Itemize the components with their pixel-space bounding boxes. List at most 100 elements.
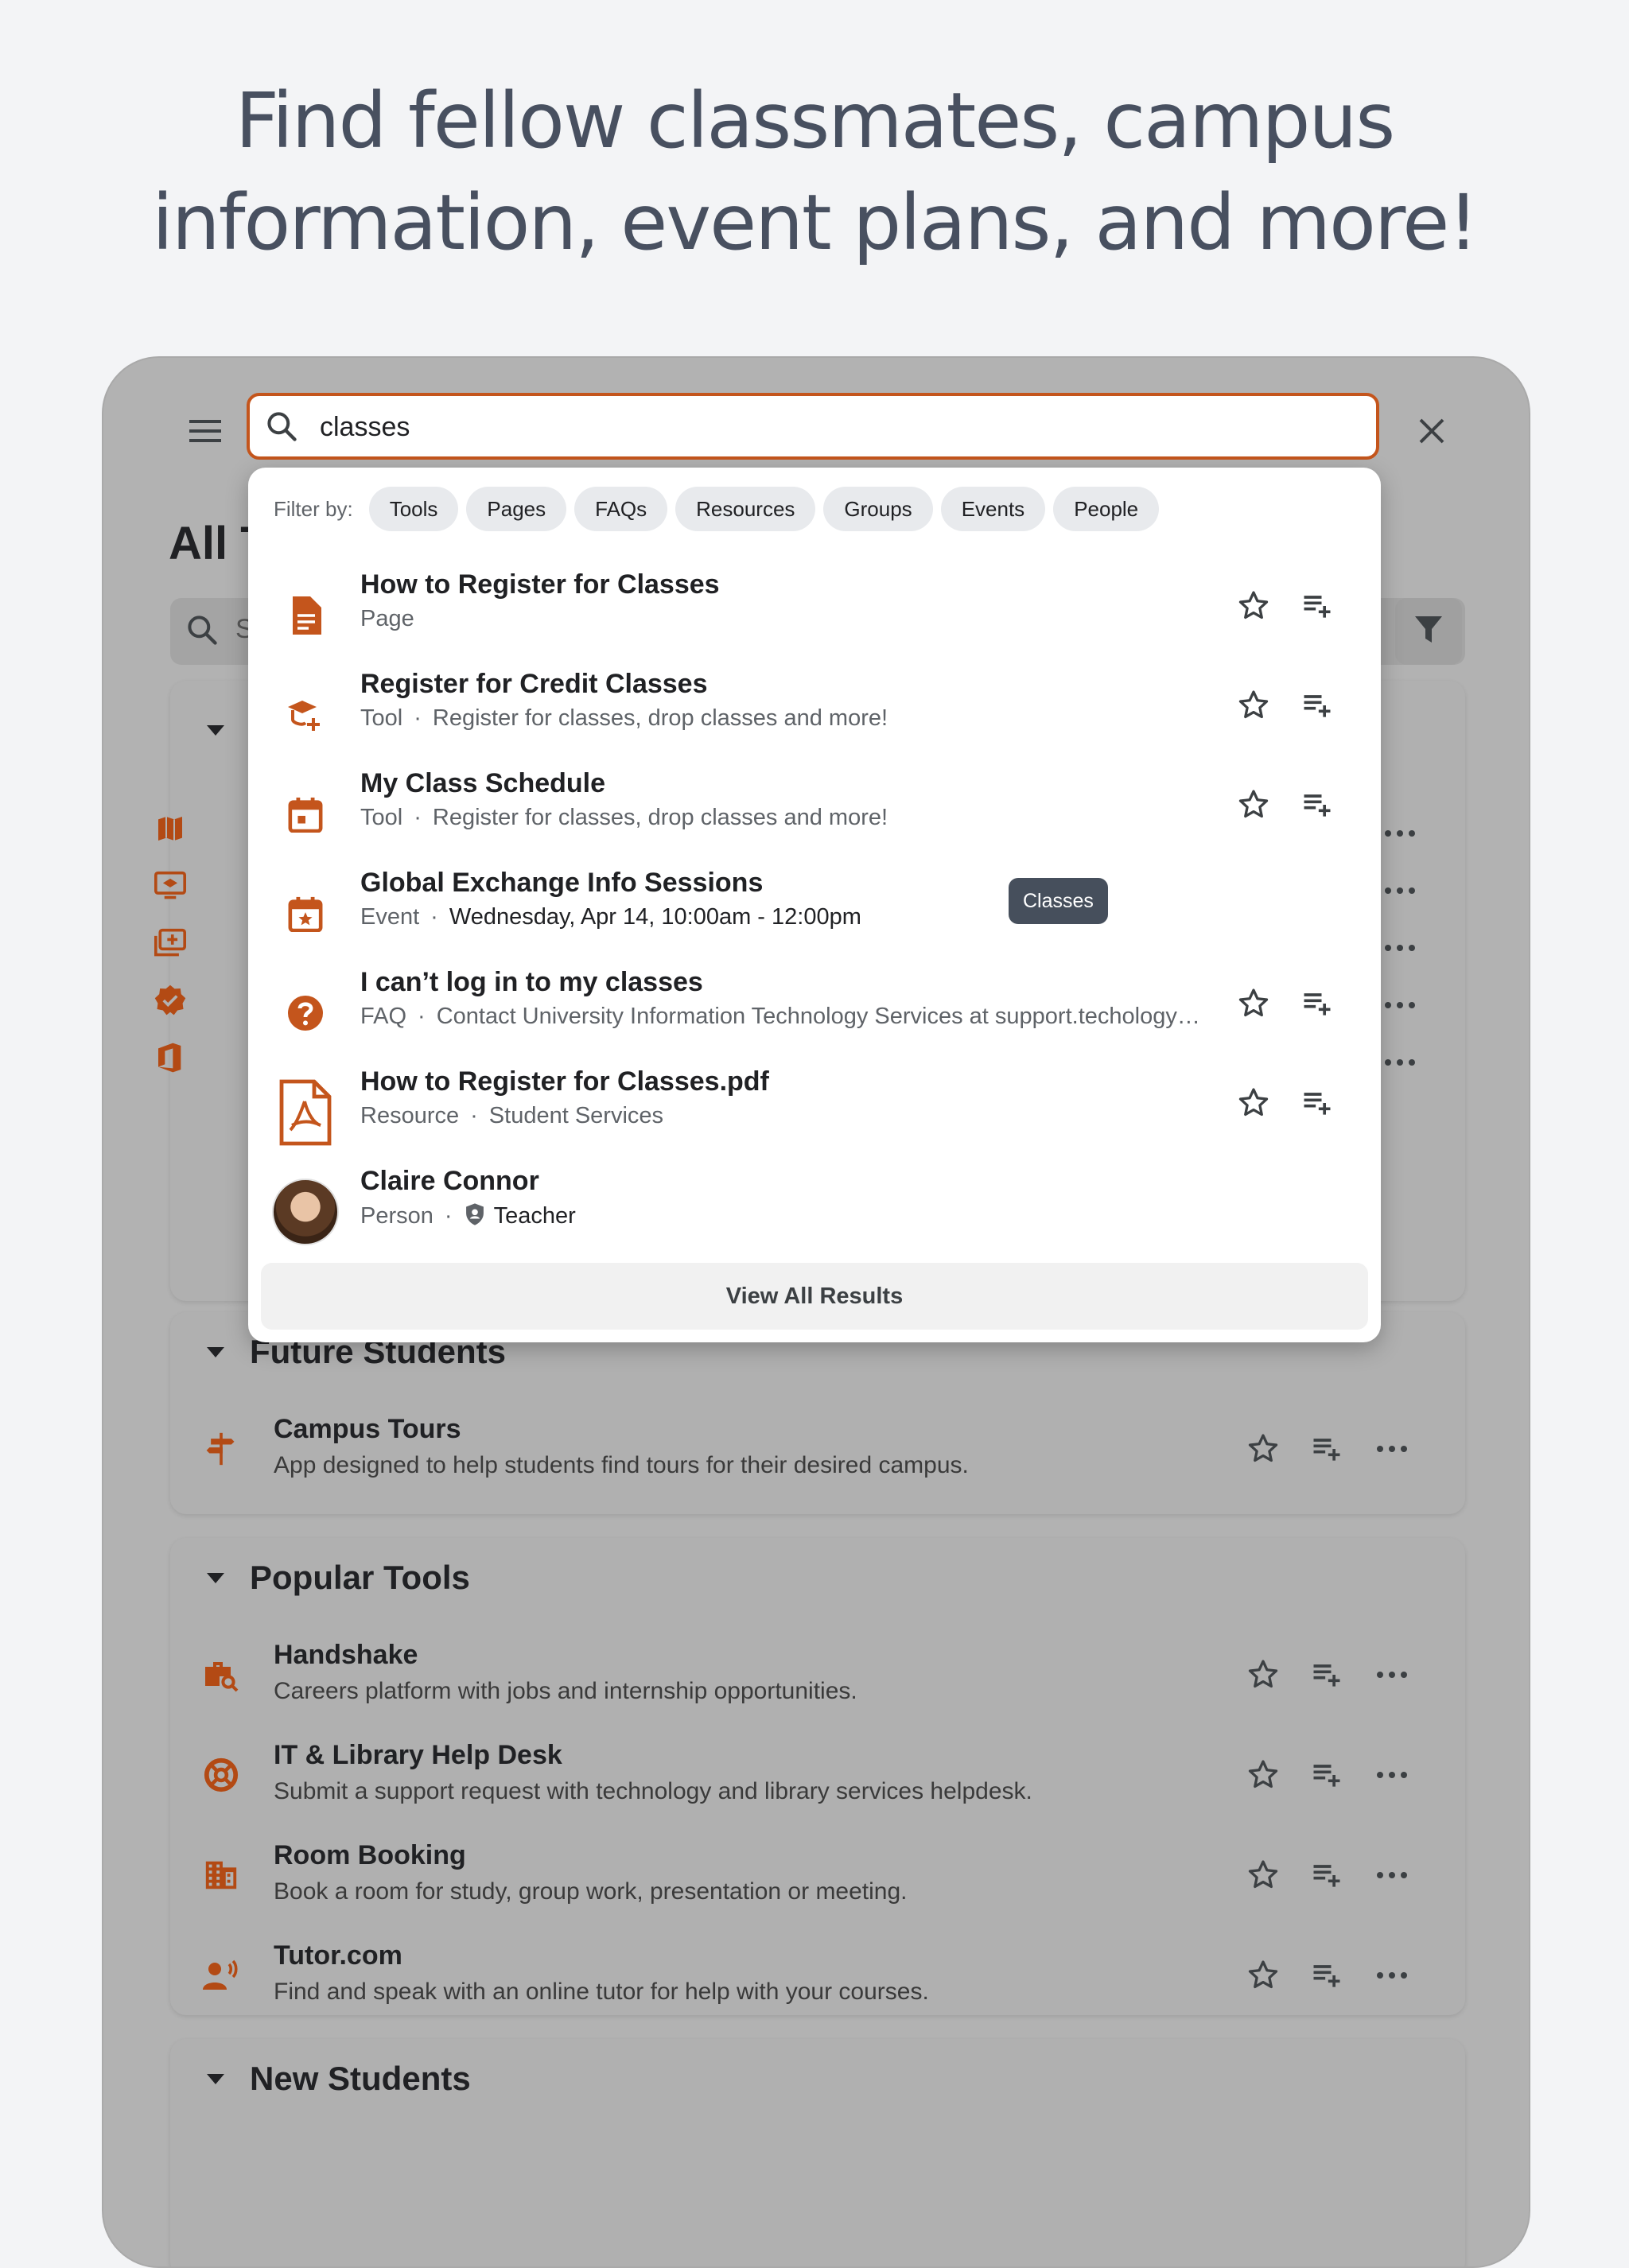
- tooltip: Classes: [1009, 878, 1108, 924]
- filter-chip-groups[interactable]: Groups: [823, 487, 933, 531]
- result-meta: Tool · Register for classes, drop classes …: [360, 805, 888, 831]
- result-title: How to Register for Classes.pdf: [360, 1066, 769, 1097]
- star-icon[interactable]: [1246, 1657, 1281, 1696]
- result-detail: Register for classes, drop classes and m…: [432, 705, 888, 731]
- signpost-icon: [200, 1428, 242, 1470]
- playlist-add-icon[interactable]: [1309, 1431, 1344, 1470]
- more-options-icon[interactable]: [1384, 884, 1416, 899]
- playlist-add-icon[interactable]: [1309, 1657, 1344, 1696]
- playlist-add-icon[interactable]: [1300, 787, 1335, 826]
- star-icon[interactable]: [1236, 787, 1271, 826]
- section-future-students: Future Students Campus Tours App designe…: [170, 1312, 1465, 1514]
- section-popular-tools: Popular Tools Handshake Careers platform…: [170, 1538, 1465, 2015]
- person-result-icon: [272, 1179, 339, 1245]
- search-result[interactable]: How to Register for Classes Page: [248, 565, 1381, 663]
- list-item[interactable]: Tutor.com Find and speak with an online …: [170, 1932, 1465, 2020]
- filter-chip-tools[interactable]: Tools: [368, 487, 459, 531]
- close-icon[interactable]: [1408, 407, 1456, 455]
- list-item[interactable]: Handshake Careers platform with jobs and…: [170, 1632, 1465, 1719]
- more-options-icon[interactable]: [1376, 1431, 1408, 1470]
- star-icon[interactable]: [1246, 1858, 1281, 1897]
- star-icon[interactable]: [1236, 986, 1271, 1025]
- star-icon[interactable]: [1236, 1085, 1271, 1124]
- separator-dot: ·: [418, 1004, 426, 1029]
- more-options-icon[interactable]: [1376, 1858, 1408, 1897]
- playlist-add-icon[interactable]: [1309, 1757, 1344, 1796]
- item-description: Book a room for study, group work, prese…: [274, 1878, 908, 1905]
- caret-down-icon: [207, 1346, 224, 1357]
- more-options-icon[interactable]: [1384, 942, 1416, 956]
- work-search-icon: [200, 1654, 242, 1695]
- result-meta: FAQ · Contact University Information Techn…: [360, 1004, 1200, 1030]
- calendar-icon: [272, 781, 339, 848]
- star-icon[interactable]: [1246, 1958, 1281, 1997]
- result-title: Claire Connor: [360, 1166, 539, 1196]
- filter-chip-people[interactable]: People: [1053, 487, 1160, 531]
- graduation-cap-add-icon: [272, 682, 339, 748]
- section-header[interactable]: New Students: [207, 2060, 471, 2098]
- result-type: FAQ: [360, 1004, 407, 1029]
- filter-chip-faqs[interactable]: FAQs: [574, 487, 668, 531]
- result-detail: Wednesday, Apr 14, 10:00am - 12:00pm: [449, 904, 861, 930]
- list-item[interactable]: Campus Tours App designed to help studen…: [170, 1406, 1465, 1493]
- item-description: Submit a support request with technology…: [274, 1778, 1032, 1804]
- playlist-add-icon[interactable]: [1300, 688, 1335, 727]
- result-title: Register for Credit Classes: [360, 669, 708, 699]
- search-bar[interactable]: [247, 393, 1379, 460]
- result-detail: Teacher: [493, 1203, 576, 1229]
- result-meta: Person · Teacher: [360, 1202, 576, 1233]
- caret-down-icon: [207, 1572, 224, 1583]
- playlist-add-icon[interactable]: [1300, 986, 1335, 1025]
- list-item[interactable]: Room Booking Book a room for study, grou…: [170, 1832, 1465, 1920]
- headline-line-1: Find fellow classmates, campus: [235, 76, 1396, 165]
- more-options-icon[interactable]: [1384, 1056, 1416, 1070]
- item-description: Find and speak with an online tutor for …: [274, 1979, 929, 2005]
- shield-person-icon: [464, 1202, 486, 1233]
- result-type: Tool: [360, 805, 403, 830]
- star-icon[interactable]: [1236, 688, 1271, 727]
- filter-chip-resources[interactable]: Resources: [675, 487, 816, 531]
- filter-button[interactable]: [1395, 598, 1462, 665]
- filter-chip-events[interactable]: Events: [940, 487, 1046, 531]
- hamburger-menu-icon[interactable]: [181, 407, 229, 455]
- caret-down-icon: [207, 2073, 224, 2084]
- result-title: I can’t log in to my classes: [360, 967, 703, 997]
- search-icon: [264, 409, 299, 448]
- more-options-icon[interactable]: [1376, 1757, 1408, 1796]
- playlist-add-icon[interactable]: [1309, 1958, 1344, 1997]
- search-result[interactable]: I can’t log in to my classes FAQ · Contact…: [248, 962, 1381, 1061]
- search-result[interactable]: My Class Schedule Tool · Register for clas…: [248, 763, 1381, 862]
- help-circle-icon: [272, 980, 339, 1047]
- separator-dot: ·: [414, 705, 422, 731]
- search-result[interactable]: How to Register for Classes.pdf Resource…: [248, 1062, 1381, 1160]
- result-meta: Event · Wednesday, Apr 14, 10:00am - 12:00…: [360, 904, 861, 930]
- playlist-add-icon[interactable]: [1309, 1858, 1344, 1897]
- playlist-add-icon[interactable]: [1300, 588, 1335, 627]
- section-title: New Students: [250, 2060, 471, 2097]
- section-header[interactable]: [207, 725, 250, 736]
- playlist-add-icon[interactable]: [1300, 1085, 1335, 1124]
- item-description: App designed to help students find tours…: [274, 1452, 969, 1478]
- star-icon[interactable]: [1246, 1757, 1281, 1796]
- more-options-icon[interactable]: [1376, 1657, 1408, 1696]
- star-icon[interactable]: [1236, 588, 1271, 627]
- search-result[interactable]: Global Exchange Info Sessions Event · Wedn…: [248, 863, 1381, 961]
- separator-dot: ·: [414, 805, 422, 830]
- section-header[interactable]: Popular Tools: [207, 1559, 470, 1597]
- result-detail: Register for classes, drop classes and m…: [432, 805, 888, 830]
- search-result[interactable]: Claire Connor Person · Teacher: [248, 1161, 1381, 1260]
- star-icon[interactable]: [1246, 1431, 1281, 1470]
- list-item[interactable]: IT & Library Help Desk Submit a support …: [170, 1732, 1465, 1819]
- search-input[interactable]: [318, 404, 1276, 450]
- queue-add-icon: [150, 922, 191, 964]
- result-meta: Page: [360, 606, 414, 632]
- search-result[interactable]: Register for Credit Classes Tool · Registe…: [248, 664, 1381, 763]
- result-type: Tool: [360, 705, 403, 731]
- more-options-icon[interactable]: [1376, 1958, 1408, 1997]
- result-title: How to Register for Classes: [360, 569, 720, 600]
- filter-chip-pages[interactable]: Pages: [466, 487, 567, 531]
- result-meta: Tool · Register for classes, drop classes …: [360, 705, 888, 732]
- more-options-icon[interactable]: [1384, 827, 1416, 841]
- view-all-results-button[interactable]: View All Results: [261, 1263, 1368, 1330]
- more-options-icon[interactable]: [1384, 999, 1416, 1013]
